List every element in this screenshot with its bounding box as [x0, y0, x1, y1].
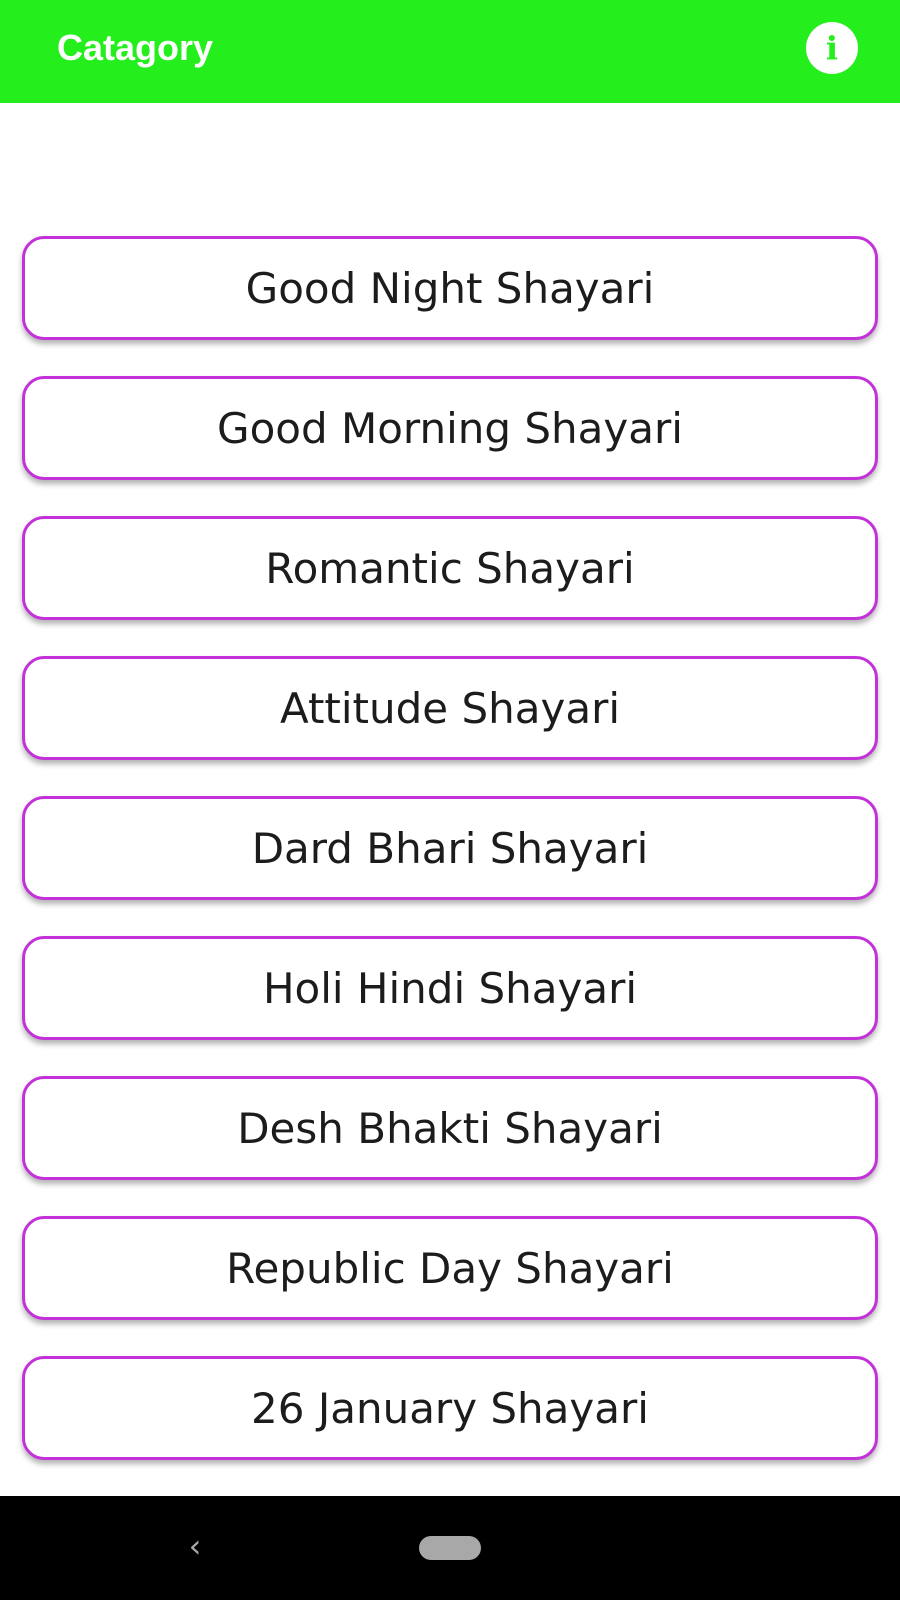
category-item-dard-bhari[interactable]: Dard Bhari Shayari — [22, 796, 878, 900]
category-item-attitude[interactable]: Attitude Shayari — [22, 656, 878, 760]
info-icon: i — [825, 29, 839, 67]
category-label: Good Morning Shayari — [217, 403, 683, 453]
category-item-holi-hindi[interactable]: Holi Hindi Shayari — [22, 936, 878, 1040]
category-item-desh-bhakti[interactable]: Desh Bhakti Shayari — [22, 1076, 878, 1180]
category-item-republic-day[interactable]: Republic Day Shayari — [22, 1216, 878, 1320]
category-label: 26 January Shayari — [251, 1383, 649, 1433]
category-label: Desh Bhakti Shayari — [237, 1103, 663, 1153]
category-label: Good Night Shayari — [245, 263, 655, 313]
category-list: Good Night Shayari Good Morning Shayari … — [22, 236, 878, 1496]
category-item-good-night[interactable]: Good Night Shayari — [22, 236, 878, 340]
app-title: Catagory — [57, 27, 214, 68]
category-label: Dard Bhari Shayari — [251, 823, 649, 873]
system-nav-bar: ‹ — [0, 1496, 900, 1600]
category-label: Republic Day Shayari — [226, 1243, 674, 1293]
category-label: Holi Hindi Shayari — [262, 963, 638, 1013]
category-label: Romantic Shayari — [265, 543, 635, 593]
app-bar: Catagory i — [0, 0, 900, 103]
category-item-romantic[interactable]: Romantic Shayari — [22, 516, 878, 620]
back-icon[interactable]: ‹ — [182, 1526, 208, 1566]
category-item-26-january[interactable]: 26 January Shayari — [22, 1356, 878, 1460]
category-label: Attitude Shayari — [279, 683, 621, 733]
info-button[interactable]: i — [806, 22, 858, 74]
home-pill-icon[interactable] — [419, 1536, 481, 1560]
category-item-good-morning[interactable]: Good Morning Shayari — [22, 376, 878, 480]
